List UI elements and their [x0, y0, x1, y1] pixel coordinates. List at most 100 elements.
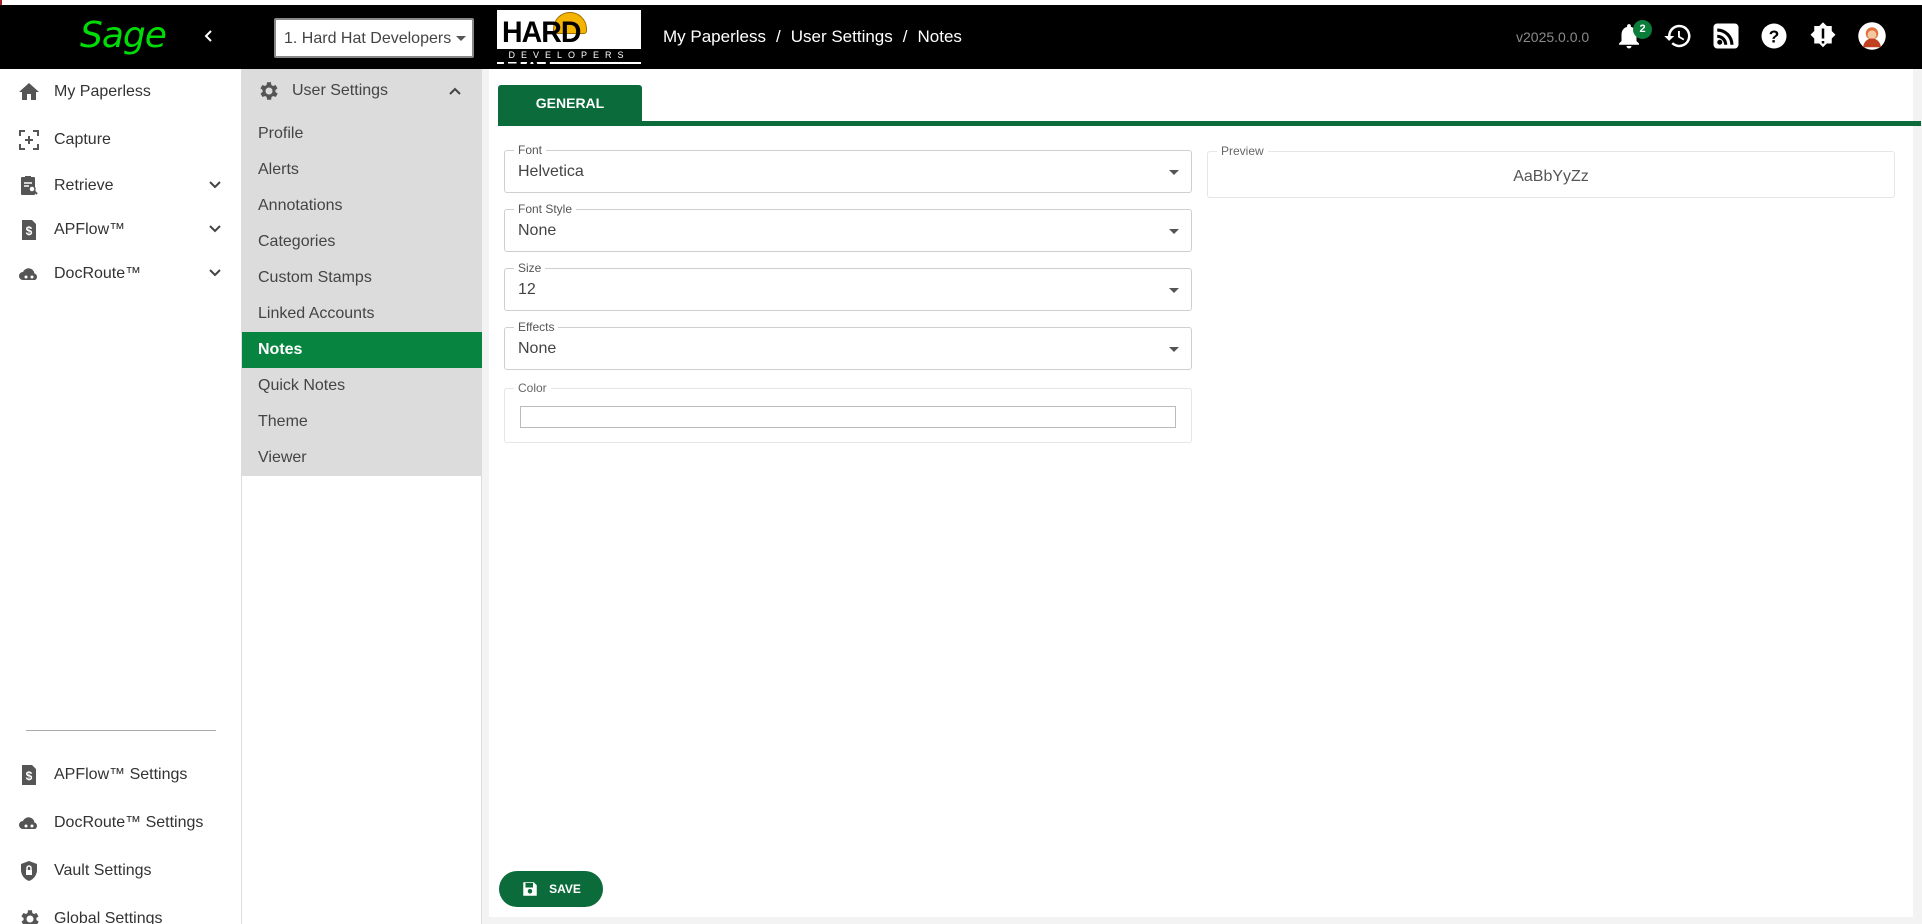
- help-button[interactable]: ?: [1759, 21, 1789, 51]
- caret-down-icon: [1169, 170, 1179, 175]
- history-button[interactable]: [1663, 21, 1693, 51]
- settings-item-annotations[interactable]: Annotations: [242, 188, 482, 224]
- color-label: Color: [514, 381, 551, 395]
- capture-icon: [16, 127, 42, 153]
- notes-settings-card: GENERAL Font Helvetica Font Style None S…: [489, 69, 1921, 917]
- help-icon: ?: [1761, 23, 1787, 49]
- nav-label: DocRoute™ Settings: [54, 814, 204, 831]
- nav-divider: [26, 730, 216, 731]
- nav-label: Capture: [54, 131, 111, 148]
- chevron-down-icon: [209, 225, 221, 233]
- company-select-value: 1. Hard Hat Developers: [284, 30, 452, 47]
- font-style-label: Font Style: [514, 202, 577, 216]
- nav-docroute[interactable]: DocRoute™: [0, 254, 242, 294]
- user-settings-header[interactable]: User Settings: [242, 73, 482, 109]
- settings-sidebar: User Settings Profile Alerts Annotations…: [242, 69, 482, 924]
- size-value: 12: [518, 281, 536, 298]
- nav-label: APFlow™: [54, 221, 126, 238]
- gear-icon: [260, 82, 278, 100]
- home-icon: [16, 79, 42, 105]
- settings-item-viewer[interactable]: Viewer: [242, 440, 482, 476]
- settings-item-custom-stamps[interactable]: Custom Stamps: [242, 260, 482, 296]
- breadcrumb-current: Notes: [917, 27, 962, 46]
- effects-select[interactable]: Effects None: [504, 320, 1192, 370]
- notification-badge: 2: [1633, 20, 1652, 39]
- breadcrumb-separator: /: [902, 27, 908, 46]
- svg-text:?: ?: [1769, 26, 1780, 46]
- nav-my-paperless[interactable]: My Paperless: [0, 72, 242, 112]
- tab-general[interactable]: GENERAL: [498, 85, 642, 121]
- clipboard-search-icon: [16, 173, 42, 199]
- logo-area: Sage: [0, 5, 241, 69]
- save-button[interactable]: SAVE: [499, 871, 603, 907]
- settings-item-profile[interactable]: Profile: [242, 116, 482, 152]
- svg-text:$: $: [26, 769, 33, 783]
- avatar-icon: [1858, 22, 1886, 50]
- rss-feed-button[interactable]: [1711, 21, 1741, 51]
- nav-label: My Paperless: [54, 83, 151, 100]
- settings-item-alerts[interactable]: Alerts: [242, 152, 482, 188]
- collapse-sidebar-button[interactable]: [196, 23, 222, 49]
- history-icon: [1664, 24, 1691, 48]
- user-settings-title: User Settings: [292, 82, 389, 99]
- settings-menu-panel: User Settings Profile Alerts Annotations…: [242, 69, 482, 476]
- version-label: v2025.0.0.0: [1516, 29, 1590, 45]
- company-select[interactable]: 1. Hard Hat Developers: [274, 18, 474, 58]
- size-label: Size: [514, 261, 546, 275]
- preview-text: AaBbYyZz: [1513, 168, 1589, 185]
- settings-item-linked-accounts[interactable]: Linked Accounts: [242, 296, 482, 332]
- caret-down-icon: [456, 36, 466, 41]
- effects-label: Effects: [514, 320, 559, 334]
- font-style-select[interactable]: Font Style None: [504, 202, 1192, 252]
- nav-vault-settings[interactable]: Vault Settings: [0, 851, 242, 891]
- size-select[interactable]: Size 12: [504, 261, 1192, 311]
- sage-logo: Sage: [80, 15, 167, 56]
- rss-icon: [1713, 23, 1739, 49]
- nav-capture[interactable]: Capture: [0, 120, 242, 160]
- nav-apflow[interactable]: $ APFlow™: [0, 210, 242, 250]
- chevron-down-icon: [209, 181, 221, 189]
- cloud-route-icon: [16, 810, 42, 836]
- font-label: Font: [514, 143, 547, 157]
- nav-label: Global Settings: [54, 910, 163, 924]
- main-sidebar: My Paperless Capture Retrieve $ APFlow™ …: [0, 69, 242, 924]
- settings-item-quick-notes[interactable]: Quick Notes: [242, 368, 482, 404]
- chevron-up-icon: [449, 87, 461, 95]
- settings-item-notes[interactable]: Notes: [242, 332, 482, 368]
- settings-item-categories[interactable]: Categories: [242, 224, 482, 260]
- font-style-value: None: [518, 222, 557, 239]
- breadcrumb-separator: /: [775, 27, 781, 46]
- invoice-dollar-icon: $: [16, 217, 42, 243]
- caret-down-icon: [1169, 288, 1179, 293]
- gear-icon: [16, 906, 42, 924]
- top-bar: Sage 1. Hard Hat Developers HARD HAT DEV…: [0, 5, 1922, 83]
- user-avatar-button[interactable]: [1857, 21, 1887, 51]
- font-value: Helvetica: [518, 163, 584, 180]
- breadcrumb-my-paperless[interactable]: My Paperless: [663, 27, 766, 47]
- floppy-disk-icon: [523, 882, 537, 896]
- invoice-dollar-icon: $: [16, 762, 42, 788]
- chevron-left-icon: [204, 30, 212, 42]
- color-input[interactable]: [520, 406, 1176, 428]
- nav-label: Vault Settings: [54, 862, 152, 879]
- save-label: SAVE: [549, 882, 581, 896]
- font-select[interactable]: Font Helvetica: [504, 143, 1192, 193]
- breadcrumb-user-settings[interactable]: User Settings: [791, 27, 893, 47]
- nav-global-settings[interactable]: Global Settings: [0, 899, 242, 924]
- nav-apflow-settings[interactable]: $ APFlow™ Settings: [0, 755, 242, 795]
- breadcrumb: My Paperless / User Settings / Notes: [663, 27, 962, 47]
- nav-retrieve[interactable]: Retrieve: [0, 166, 242, 206]
- color-fieldset: Color: [504, 381, 1192, 443]
- cloud-route-icon: [16, 261, 42, 287]
- preview-label: Preview: [1217, 144, 1268, 158]
- caret-down-icon: [1169, 229, 1179, 234]
- shield-lock-icon: [16, 858, 42, 884]
- nav-label: Retrieve: [54, 177, 114, 194]
- alerts-button[interactable]: [1808, 21, 1838, 51]
- tab-underline: [498, 121, 1921, 126]
- svg-text:$: $: [26, 224, 33, 238]
- nav-docroute-settings[interactable]: DocRoute™ Settings: [0, 803, 242, 843]
- main-content: GENERAL Font Helvetica Font Style None S…: [482, 69, 1922, 924]
- settings-item-theme[interactable]: Theme: [242, 404, 482, 440]
- preview-fieldset: Preview AaBbYyZz: [1207, 144, 1895, 198]
